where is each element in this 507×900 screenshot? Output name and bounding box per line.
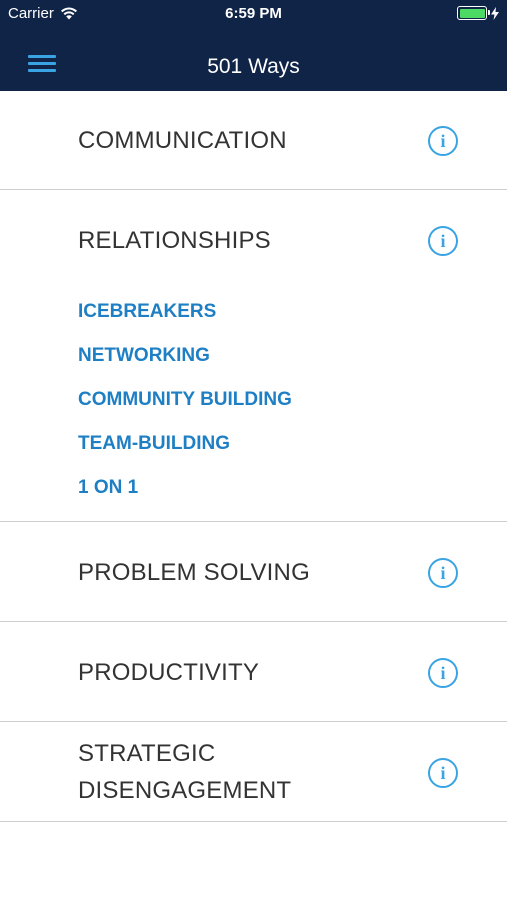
category-header[interactable]: RELATIONSHIPS i xyxy=(0,190,507,290)
category-row-communication[interactable]: COMMUNICATION i xyxy=(0,91,507,190)
subcategory-icebreakers[interactable]: ICEBREAKERS xyxy=(78,290,292,334)
page-title: 501 Ways xyxy=(207,55,300,78)
category-title: PRODUCTIVITY xyxy=(78,658,260,686)
subcategory-1-on-1[interactable]: 1 ON 1 xyxy=(78,466,292,510)
info-icon[interactable]: i xyxy=(428,226,458,256)
status-bar: Carrier 6:59 PM xyxy=(0,0,507,28)
battery-icon xyxy=(457,6,490,20)
category-header[interactable]: STRATEGIC DISENGAGEMENT i xyxy=(0,722,507,822)
info-icon[interactable]: i xyxy=(428,658,458,688)
battery-fill xyxy=(459,8,485,18)
status-time: 6:59 PM xyxy=(225,5,282,22)
category-header[interactable]: COMMUNICATION i xyxy=(0,91,507,190)
info-icon[interactable]: i xyxy=(428,126,458,156)
category-row-problem-solving[interactable]: PROBLEM SOLVING i xyxy=(0,522,507,622)
category-title: COMMUNICATION xyxy=(78,127,287,154)
category-header[interactable]: PRODUCTIVITY i xyxy=(0,622,507,722)
subcategory-community-building[interactable]: COMMUNITY BUILDING xyxy=(78,378,292,422)
subcategory-networking[interactable]: NETWORKING xyxy=(78,334,292,378)
navigation-bar: 501 Ways xyxy=(0,40,507,90)
info-icon[interactable]: i xyxy=(428,758,458,788)
category-row-strategic-disengagement[interactable]: STRATEGIC DISENGAGEMENT i xyxy=(0,722,507,822)
info-icon[interactable]: i xyxy=(428,558,458,588)
category-title: PROBLEM SOLVING xyxy=(78,558,310,586)
subcategory-list: ICEBREAKERS NETWORKING COMMUNITY BUILDIN… xyxy=(78,290,292,510)
category-title: STRATEGIC DISENGAGEMENT xyxy=(78,740,292,804)
category-list: COMMUNICATION i RELATIONSHIPS i ICEBREAK… xyxy=(0,91,507,822)
category-title: RELATIONSHIPS xyxy=(78,226,271,254)
category-header[interactable]: PROBLEM SOLVING i xyxy=(0,522,507,622)
category-row-relationships[interactable]: RELATIONSHIPS i ICEBREAKERS NETWORKING C… xyxy=(0,190,507,522)
top-bar: Carrier 6:59 PM 501 Ways xyxy=(0,0,507,91)
category-row-productivity[interactable]: PRODUCTIVITY i xyxy=(0,622,507,722)
charging-bolt-icon xyxy=(491,6,499,20)
subcategory-team-building[interactable]: TEAM-BUILDING xyxy=(78,422,292,466)
battery-indicator xyxy=(457,6,499,20)
